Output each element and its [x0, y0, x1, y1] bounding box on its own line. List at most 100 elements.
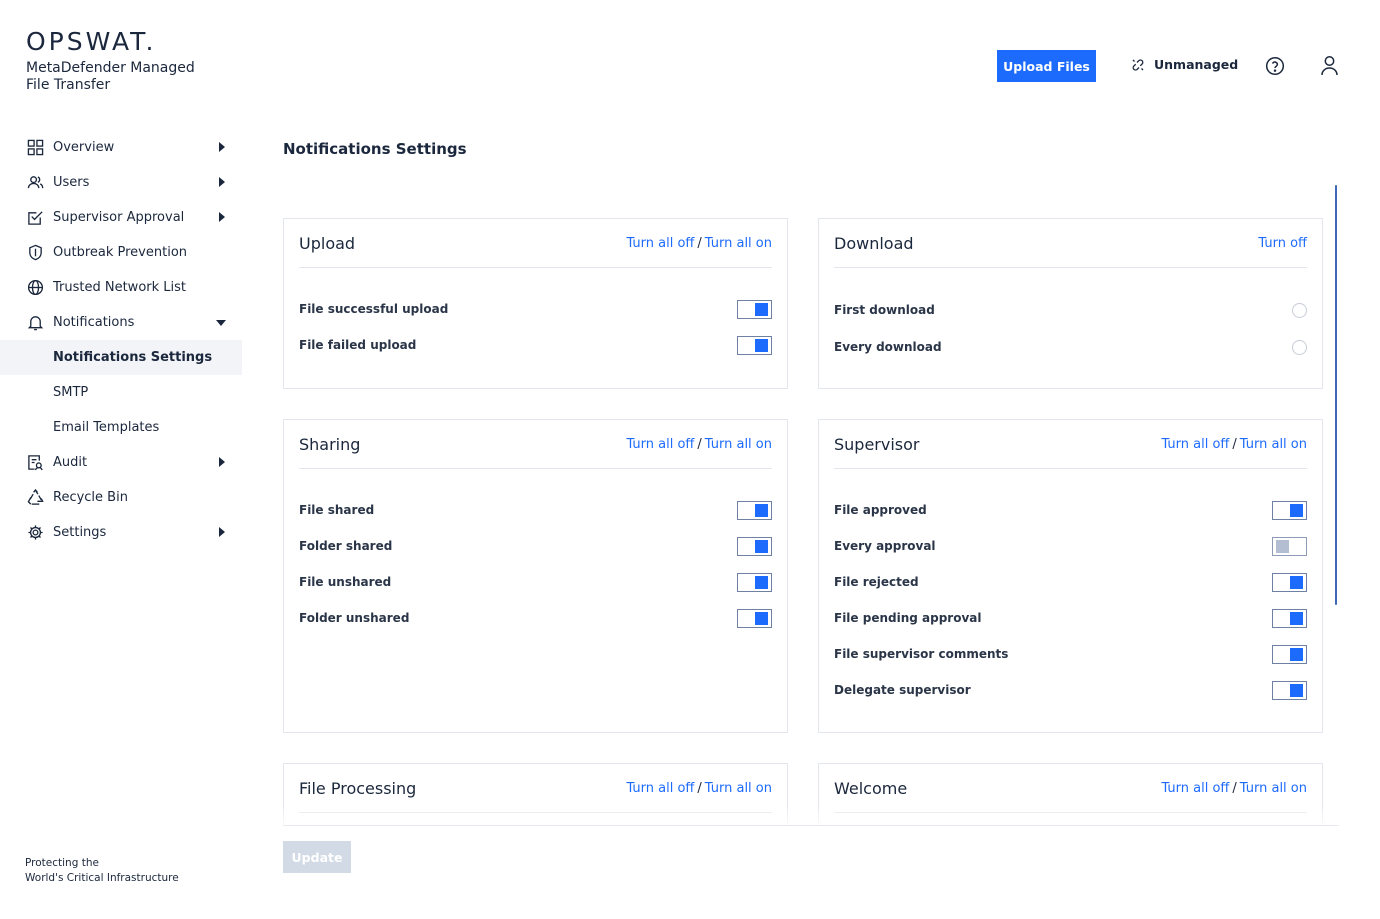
- file-rejected-toggle[interactable]: [1272, 572, 1307, 592]
- help-circle-icon[interactable]: [1265, 56, 1285, 76]
- sidebar-item-label: Notifications Settings: [53, 350, 213, 365]
- supervisor-card-header: Supervisor Turn all off / Turn all on: [834, 420, 1307, 469]
- toggle-knob: [1276, 539, 1289, 553]
- file-unshared-toggle[interactable]: [737, 572, 772, 592]
- file-processing-turn-all-off-link[interactable]: Turn all off: [626, 781, 694, 796]
- sidebar-item-recycle-bin[interactable]: Recycle Bin: [0, 480, 242, 515]
- download-bulk-actions: Turn off: [1258, 236, 1307, 251]
- sidebar-item-supervisor-approval[interactable]: Supervisor Approval: [0, 200, 242, 235]
- sharing-turn-all-off-link[interactable]: Turn all off: [626, 437, 694, 452]
- toggle-knob: [1290, 647, 1303, 661]
- notifications-settings-panel: Upload Turn all off / Turn all on File suc…: [283, 185, 1339, 825]
- sharing-card-header: Sharing Turn all off / Turn all on: [299, 420, 772, 469]
- file-pending-approval-toggle[interactable]: [1272, 608, 1307, 628]
- caret-right-icon: [219, 177, 225, 187]
- file-processing-card-title: File Processing: [299, 778, 417, 798]
- download-row-first-download: First download: [834, 298, 1307, 322]
- row-label: Folder shared: [299, 539, 393, 553]
- sidebar-item-label: Recycle Bin: [53, 490, 128, 505]
- recycle-icon: [26, 489, 44, 507]
- toggle-knob: [755, 539, 768, 553]
- sidebar-item-smtp[interactable]: SMTP: [0, 375, 242, 410]
- update-button[interactable]: Update: [283, 841, 351, 873]
- supervisor-row-every-approval: Every approval: [834, 534, 1307, 558]
- slash-separator: /: [697, 780, 702, 796]
- unmanaged-status-button[interactable]: Unmanaged: [1131, 57, 1238, 72]
- file-shared-toggle[interactable]: [737, 500, 772, 520]
- supervisor-row-file-supervisor-comments: File supervisor comments: [834, 642, 1307, 666]
- file-supervisor-comments-toggle[interactable]: [1272, 644, 1307, 664]
- grid-icon: [26, 139, 44, 157]
- every-download-radio[interactable]: [1292, 339, 1307, 355]
- user-icon[interactable]: [1320, 55, 1339, 76]
- slash-separator: /: [1232, 436, 1237, 452]
- page-title: Notifications Settings: [283, 140, 467, 158]
- product-name: MetaDefender Managed File Transfer: [26, 60, 195, 93]
- sidebar-item-label: Settings: [53, 525, 107, 540]
- file-successful-upload-toggle[interactable]: [737, 299, 772, 319]
- toggle-knob: [755, 302, 768, 316]
- file-approved-toggle[interactable]: [1272, 500, 1307, 520]
- upload-bulk-actions: Turn all off / Turn all on: [626, 236, 772, 251]
- toggle-knob: [755, 611, 768, 625]
- supervisor-turn-all-off-link[interactable]: Turn all off: [1161, 437, 1229, 452]
- file-failed-upload-toggle[interactable]: [737, 335, 772, 355]
- toggle-knob: [1290, 683, 1303, 697]
- content-scrollbar[interactable]: [1335, 185, 1337, 605]
- folder-shared-toggle[interactable]: [737, 536, 772, 556]
- footer-tagline: Protecting the World's Critical Infrastr…: [25, 856, 179, 886]
- tagline-line-1: Protecting the: [25, 857, 99, 869]
- sharing-bulk-actions: Turn all off / Turn all on: [626, 437, 772, 452]
- upload-row-file-successful-upload: File successful upload: [299, 297, 772, 321]
- row-label: File unshared: [299, 575, 392, 589]
- supervisor-row-file-pending-approval: File pending approval: [834, 606, 1307, 630]
- row-label: Delegate supervisor: [834, 683, 971, 697]
- sidebar-item-audit[interactable]: Audit: [0, 445, 242, 480]
- welcome-bulk-actions: Turn all off / Turn all on: [1161, 781, 1307, 796]
- welcome-card-title: Welcome: [834, 778, 908, 798]
- row-label: File failed upload: [299, 338, 417, 352]
- sidebar-item-trusted-network-list[interactable]: Trusted Network List: [0, 270, 242, 305]
- sharing-row-file-shared: File shared: [299, 498, 772, 522]
- sidebar-item-outbreak-prevention[interactable]: Outbreak Prevention: [0, 235, 242, 270]
- welcome-turn-all-on-link[interactable]: Turn all on: [1240, 781, 1307, 796]
- file-processing-bulk-actions: Turn all off / Turn all on: [626, 781, 772, 796]
- sidebar-item-label: Outbreak Prevention: [53, 245, 188, 260]
- sidebar-item-notifications[interactable]: Notifications: [0, 305, 242, 340]
- download-turn-off-link[interactable]: Turn off: [1258, 236, 1307, 251]
- upload-turn-all-off-link[interactable]: Turn all off: [626, 236, 694, 251]
- sidebar-item-users[interactable]: Users: [0, 165, 242, 200]
- sidebar-nav: Overview Users Supervisor Approval Outbr…: [0, 130, 242, 550]
- welcome-turn-all-off-link[interactable]: Turn all off: [1161, 781, 1229, 796]
- row-label: Every approval: [834, 539, 936, 553]
- toggle-knob: [755, 575, 768, 589]
- toggle-knob: [1290, 611, 1303, 625]
- row-label: File supervisor comments: [834, 647, 1009, 661]
- upload-row-file-failed-upload: File failed upload: [299, 333, 772, 357]
- unmanaged-label: Unmanaged: [1154, 57, 1239, 72]
- folder-unshared-toggle[interactable]: [737, 608, 772, 628]
- sidebar-item-overview[interactable]: Overview: [0, 130, 242, 165]
- sidebar-item-email-templates[interactable]: Email Templates: [0, 410, 242, 445]
- upload-turn-all-on-link[interactable]: Turn all on: [705, 236, 772, 251]
- sharing-row-folder-shared: Folder shared: [299, 534, 772, 558]
- sidebar-item-label: Users: [53, 175, 90, 190]
- sidebar-item-notifications-settings[interactable]: Notifications Settings: [0, 340, 242, 375]
- welcome-card-header: Welcome Turn all off / Turn all on: [834, 764, 1307, 813]
- sidebar-item-label: SMTP: [53, 385, 89, 400]
- audit-icon: [26, 454, 44, 472]
- sharing-turn-all-on-link[interactable]: Turn all on: [705, 437, 772, 452]
- file-processing-card-header: File Processing Turn all off / Turn all on: [299, 764, 772, 813]
- download-card-title: Download: [834, 233, 914, 253]
- first-download-radio[interactable]: [1292, 302, 1307, 318]
- file-processing-turn-all-on-link[interactable]: Turn all on: [705, 781, 772, 796]
- delegate-supervisor-toggle[interactable]: [1272, 680, 1307, 700]
- caret-right-icon: [219, 142, 225, 152]
- sidebar-item-settings[interactable]: Settings: [0, 515, 242, 550]
- supervisor-row-file-rejected: File rejected: [834, 570, 1307, 594]
- every-approval-toggle[interactable]: [1272, 536, 1307, 556]
- slash-separator: /: [697, 235, 702, 251]
- sidebar-item-label: Supervisor Approval: [53, 210, 185, 225]
- supervisor-turn-all-on-link[interactable]: Turn all on: [1240, 437, 1307, 452]
- upload-files-button[interactable]: Upload Files: [997, 50, 1096, 82]
